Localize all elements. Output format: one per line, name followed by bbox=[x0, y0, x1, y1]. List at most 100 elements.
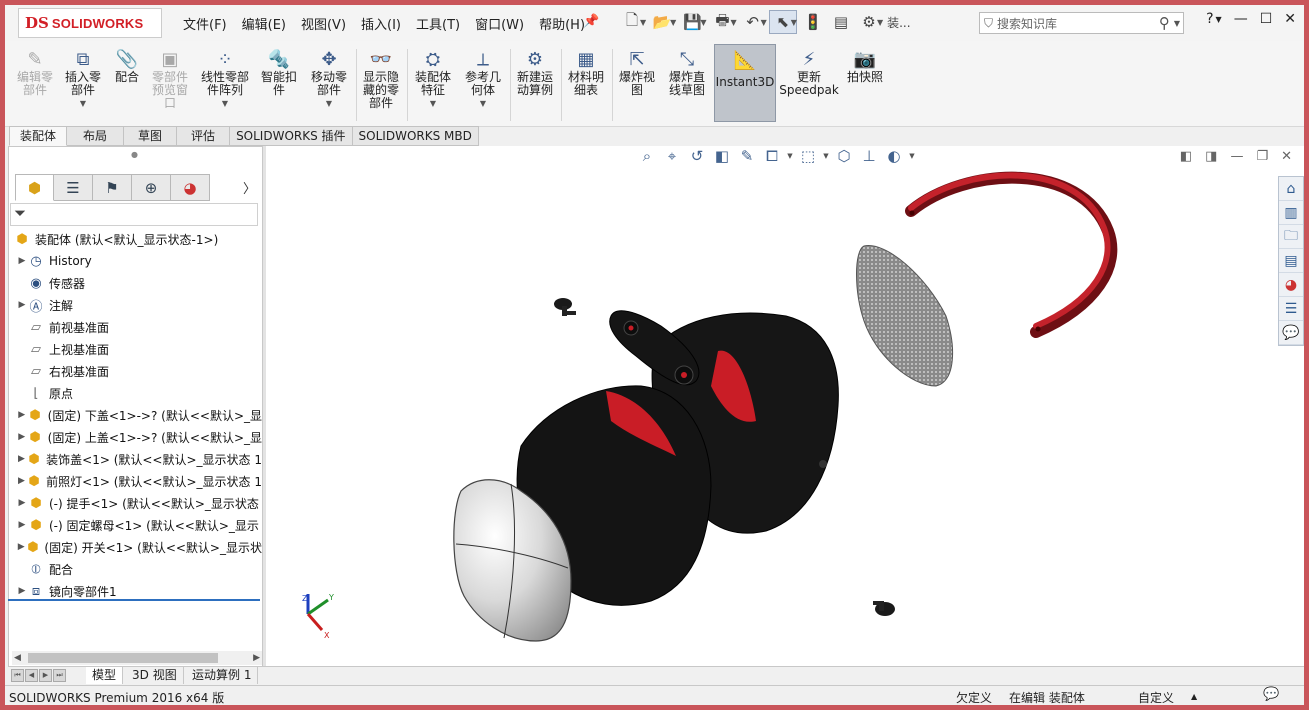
dimxpert-manager-tab-icon[interactable]: ⊕ bbox=[132, 174, 171, 201]
last-tab-icon[interactable]: ⏭ bbox=[53, 669, 66, 682]
design-library-icon[interactable]: ▥ bbox=[1279, 201, 1303, 225]
tab-model[interactable]: 模型 bbox=[86, 667, 124, 684]
tab-sketch[interactable]: 草图 bbox=[124, 126, 178, 146]
help-dropdown-icon[interactable]: ▼ bbox=[1216, 15, 1222, 24]
tree-item-decor-cover[interactable]: ▶ ⬢ 装饰盖<1> (默认<<默认>_显示状态 1 bbox=[9, 448, 262, 470]
component-preview-button[interactable]: ▣ 零部件 预览窗 口 bbox=[148, 47, 192, 110]
menu-file[interactable]: 文件(F) bbox=[183, 14, 227, 33]
search-dropdown-icon[interactable]: ▼ bbox=[1174, 19, 1180, 28]
file-properties-icon[interactable]: ▤ bbox=[827, 10, 855, 34]
next-tab-icon[interactable]: ▶ bbox=[39, 669, 52, 682]
solidworks-resources-icon[interactable]: ⌂ bbox=[1279, 177, 1303, 201]
mate-button[interactable]: 📎 配合 bbox=[110, 47, 144, 84]
tree-item-lower-cover[interactable]: ▶ ⬢ (固定) 下盖<1>->? (默认<<默认>_显 bbox=[9, 404, 262, 426]
screw-part[interactable] bbox=[873, 601, 895, 616]
rebuild-traffic-light-icon[interactable]: 🚦 bbox=[799, 10, 827, 34]
first-tab-icon[interactable]: ⏮ bbox=[11, 669, 24, 682]
exploded-view-button[interactable]: ⇱ 爆炸视 图 bbox=[615, 47, 659, 97]
tree-root-assembly[interactable]: ⬢ 装配体 (默认<默认_显示状态-1>) bbox=[9, 228, 262, 250]
tree-item-front-plane[interactable]: ▱ 前视基准面 bbox=[9, 316, 262, 338]
feature-manager-tab-icon[interactable]: ⬢ bbox=[15, 174, 54, 201]
property-manager-tab-icon[interactable]: ☰ bbox=[54, 174, 93, 201]
scroll-right-icon[interactable]: ▶ bbox=[253, 653, 260, 663]
save-dropdown-icon[interactable]: ▼ bbox=[700, 18, 706, 27]
instant3d-button[interactable]: 📐 Instant3D bbox=[714, 44, 776, 122]
tree-item-annotations[interactable]: ▶ Ⓐ 注解 bbox=[9, 294, 262, 316]
menu-insert[interactable]: 插入(I) bbox=[361, 14, 401, 33]
assembly-features-button[interactable]: ⛭ 装配体 特征 ▼ bbox=[410, 47, 456, 109]
search-knowledge-base[interactable]: ⛉ 搜索知识库 ⚲ ▼ bbox=[979, 12, 1184, 34]
scroll-left-icon[interactable]: ◀ bbox=[14, 653, 21, 663]
exploded-assembly-model[interactable]: Y Z X bbox=[266, 146, 1304, 666]
menu-help[interactable]: 帮助(H) bbox=[539, 14, 585, 33]
chevron-right-icon[interactable]: 〉 bbox=[243, 178, 256, 197]
insert-component-button[interactable]: ⧉ 插入零 部件 ▼ bbox=[62, 47, 104, 109]
help-icon[interactable]: ? bbox=[1206, 11, 1213, 27]
appearances-icon[interactable]: ◕ bbox=[1279, 273, 1303, 297]
smart-fasteners-button[interactable]: 🔩 智能扣 件 bbox=[257, 47, 301, 97]
tab-evaluate[interactable]: 评估 bbox=[177, 126, 231, 146]
tree-item-origin[interactable]: ⌊ 原点 bbox=[9, 382, 262, 404]
options-dropdown-icon[interactable]: ▼ bbox=[877, 18, 883, 27]
undo-dropdown-icon[interactable]: ▼ bbox=[761, 18, 767, 27]
display-manager-tab-icon[interactable]: ◕ bbox=[171, 174, 210, 201]
tab-assembly[interactable]: 装配体 bbox=[9, 126, 68, 146]
explode-line-sketch-button[interactable]: ⤡ 爆炸直 线草图 bbox=[664, 47, 710, 97]
filter-icon[interactable]: ⏷ bbox=[14, 204, 26, 222]
print-dropdown-icon[interactable]: ▼ bbox=[730, 18, 736, 27]
tree-item-history[interactable]: ▶ ◷ History bbox=[9, 250, 262, 272]
expand-arrow-icon[interactable]: ▶ bbox=[17, 542, 25, 552]
screw-part[interactable] bbox=[554, 298, 576, 316]
custom-properties-icon[interactable]: ☰ bbox=[1279, 297, 1303, 321]
expand-arrow-icon[interactable]: ▶ bbox=[17, 498, 27, 508]
tree-item-mates[interactable]: ⦶ 配合 bbox=[9, 558, 262, 580]
reference-geometry-dropdown-icon[interactable]: ▼ bbox=[480, 99, 486, 108]
expand-arrow-icon[interactable]: ▶ bbox=[17, 520, 27, 530]
tree-item-handle[interactable]: ▶ ⬢ (-) 提手<1> (默认<<默认>_显示状态 bbox=[9, 492, 262, 514]
search-scope-icon[interactable]: ⛉ bbox=[984, 16, 993, 31]
tree-item-upper-cover[interactable]: ▶ ⬢ (固定) 上盖<1>->? (默认<<默认>_显 bbox=[9, 426, 262, 448]
search-icon[interactable]: ⚲ bbox=[1159, 14, 1170, 32]
bom-button[interactable]: ▦ 材料明 细表 bbox=[564, 47, 608, 97]
feedback-icon[interactable]: 💬 bbox=[1263, 687, 1279, 702]
search-input[interactable]: 搜索知识库 bbox=[997, 15, 1159, 32]
expand-arrow-icon[interactable]: ▶ bbox=[17, 256, 27, 266]
units-dropdown-icon[interactable]: ▲ bbox=[1191, 692, 1197, 701]
expand-arrow-icon[interactable]: ▶ bbox=[17, 432, 27, 442]
menu-tools[interactable]: 工具(T) bbox=[416, 14, 460, 33]
panel-grip-icon[interactable]: ● bbox=[131, 150, 138, 159]
menu-window[interactable]: 窗口(W) bbox=[475, 14, 524, 33]
assembly-label[interactable]: 装... bbox=[885, 10, 912, 34]
new-motion-study-button[interactable]: ⚙ 新建运 动算例 bbox=[513, 47, 557, 97]
expand-arrow-icon[interactable]: ▶ bbox=[17, 454, 26, 464]
expand-arrow-icon[interactable]: ▶ bbox=[17, 586, 27, 596]
maximize-icon[interactable]: ☐ bbox=[1260, 11, 1273, 27]
units-status[interactable]: 自定义 bbox=[1138, 689, 1174, 705]
tab-motion-study[interactable]: 运动算例 1 bbox=[186, 667, 259, 684]
tree-item-fixing-nut[interactable]: ▶ ⬢ (-) 固定螺母<1> (默认<<默认>_显示 bbox=[9, 514, 262, 536]
expand-arrow-icon[interactable]: ▶ bbox=[17, 476, 26, 486]
linear-pattern-button[interactable]: ⁘ 线性零部 件阵列 ▼ bbox=[197, 47, 253, 109]
show-hidden-components-button[interactable]: 👓 显示隐 藏的零 部件 bbox=[359, 47, 403, 110]
tree-item-right-plane[interactable]: ▱ 右视基准面 bbox=[9, 360, 262, 382]
file-explorer-icon[interactable]: 🗀 bbox=[1279, 225, 1303, 249]
expand-arrow-icon[interactable]: ▶ bbox=[17, 300, 27, 310]
solidworks-logo[interactable]: DS SOLIDWORKS bbox=[18, 8, 162, 38]
new-dropdown-icon[interactable]: ▼ bbox=[640, 18, 646, 27]
close-icon[interactable]: ✕ bbox=[1284, 11, 1296, 27]
grille-part[interactable] bbox=[856, 245, 954, 387]
insert-component-dropdown-icon[interactable]: ▼ bbox=[80, 99, 86, 108]
tree-item-headlight[interactable]: ▶ ⬢ 前照灯<1> (默认<<默认>_显示状态 1 bbox=[9, 470, 262, 492]
open-dropdown-icon[interactable]: ▼ bbox=[670, 18, 676, 27]
configuration-manager-tab-icon[interactable]: ⚑ bbox=[93, 174, 132, 201]
move-component-button[interactable]: ✥ 移动零 部件 ▼ bbox=[306, 47, 352, 109]
forum-icon[interactable]: 💬 bbox=[1279, 321, 1303, 345]
tab-3d-view[interactable]: 3D 视图 bbox=[126, 667, 184, 684]
pin-menu-icon[interactable]: 📌 bbox=[583, 14, 599, 29]
reference-geometry-button[interactable]: ⟂ 参考几 何体 ▼ bbox=[460, 47, 506, 109]
menu-edit[interactable]: 编辑(E) bbox=[242, 14, 286, 33]
tree-filter[interactable]: ⏷ bbox=[10, 203, 258, 226]
move-component-dropdown-icon[interactable]: ▼ bbox=[326, 99, 332, 108]
tab-layout[interactable]: 布局 bbox=[67, 126, 125, 146]
tree-item-top-plane[interactable]: ▱ 上视基准面 bbox=[9, 338, 262, 360]
